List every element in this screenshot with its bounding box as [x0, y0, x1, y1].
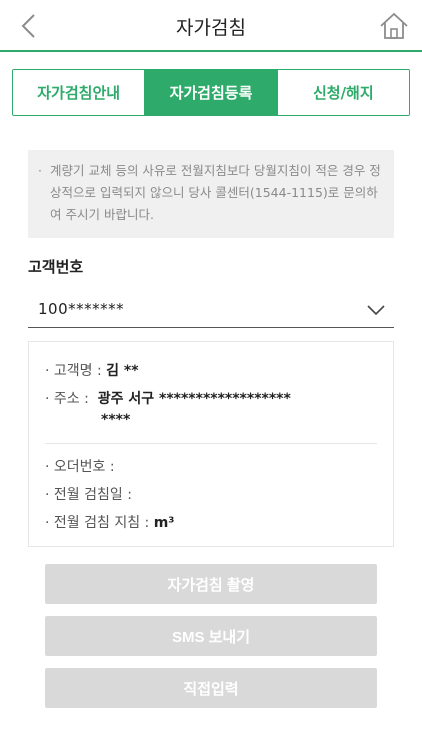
- prev-reading-value-row: · 전월 검침 지침 : m³: [45, 515, 175, 531]
- notice-text: 계량기 교체 등의 사유로 전월지침보다 당월지침이 적은 경우 정상적으로 입…: [50, 163, 381, 222]
- chevron-down-icon: [367, 305, 385, 316]
- prev-reading-unit: m³: [153, 515, 175, 531]
- customer-number-label: 고객번호: [28, 258, 84, 276]
- info-divider: [45, 443, 377, 444]
- tab-bar: 자가검침안내 자가검침등록 신청/해지: [12, 69, 410, 116]
- address-label: 주소 :: [53, 391, 89, 407]
- self-reading-photo-button[interactable]: 자가검침 촬영: [45, 564, 377, 604]
- page-title: 자가검침: [176, 17, 246, 39]
- customer-info-box: · 고객명 : 김 ** · 주소 : 광주 서구 **************…: [28, 341, 394, 547]
- address-line1: 광주 서구 ******************: [97, 391, 291, 407]
- tab-self-reading-register[interactable]: 자가검침등록: [144, 70, 277, 115]
- manual-input-button[interactable]: 직접입력: [45, 668, 377, 708]
- order-number-row: · 오더번호 :: [45, 459, 115, 475]
- home-button[interactable]: [378, 10, 410, 42]
- notice-box: · 계량기 교체 등의 사유로 전월지침보다 당월지침이 적은 경우 정상적으로…: [28, 150, 394, 238]
- prev-reading-date-label: 전월 검침일 :: [53, 487, 132, 503]
- order-number-label: 오더번호 :: [53, 459, 115, 475]
- customer-name-label: 고객명 :: [53, 363, 102, 379]
- prev-reading-value-label: 전월 검침 지침 :: [53, 515, 150, 531]
- send-sms-button[interactable]: SMS 보내기: [45, 616, 377, 656]
- address-line2: ****: [101, 412, 131, 428]
- customer-name-row: · 고객명 : 김 **: [45, 363, 139, 379]
- address-line2-row: ****: [101, 412, 130, 428]
- address-row: · 주소 : 광주 서구 ******************: [45, 391, 291, 407]
- app-header: 자가검침: [0, 0, 422, 52]
- notice-bullet: ·: [38, 163, 42, 178]
- tab-apply-cancel[interactable]: 신청/해지: [276, 70, 409, 115]
- home-icon: [380, 12, 408, 39]
- prev-reading-date-row: · 전월 검침일 :: [45, 487, 132, 503]
- customer-number-select[interactable]: 100*******: [28, 292, 394, 328]
- customer-number-value: 100*******: [38, 300, 125, 318]
- customer-name-value: 김 **: [106, 363, 139, 379]
- tab-self-reading-guide[interactable]: 자가검침안내: [13, 70, 145, 115]
